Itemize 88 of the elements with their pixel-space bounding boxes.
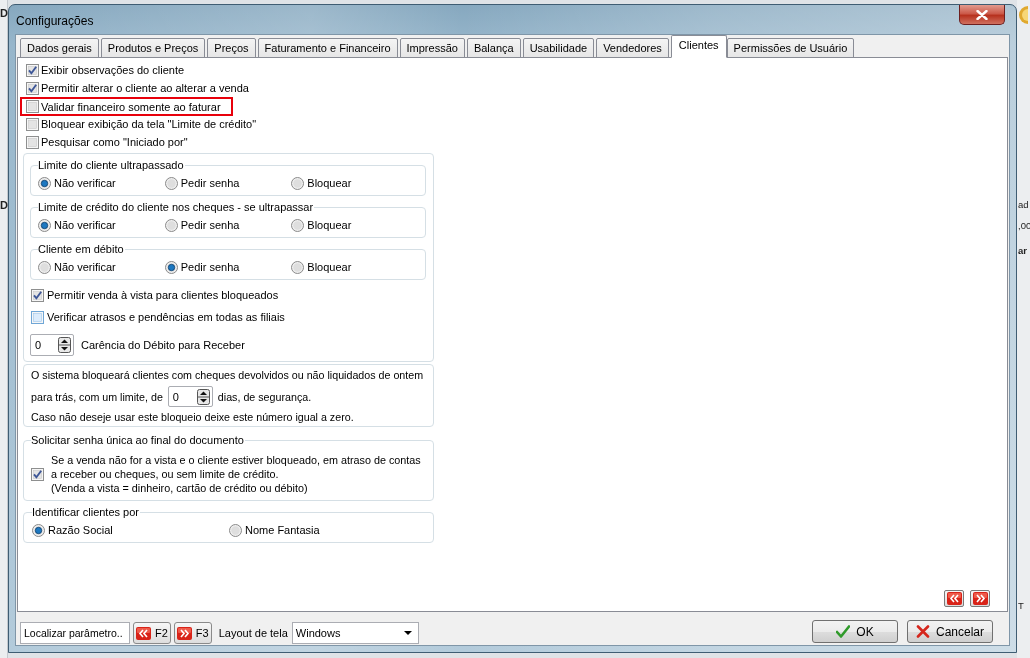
close-button[interactable] [959,5,1005,25]
checkbox-label: Permitir venda à vista para clientes bloqueados [47,288,279,302]
radio-button[interactable] [38,176,51,190]
background-text: ar [1018,244,1028,258]
radio-button[interactable] [229,523,242,537]
spin-arrows-icon[interactable] [58,337,71,353]
tab[interactable]: Produtos e Preços [100,38,206,58]
tab[interactable]: Vendedores [596,38,669,58]
checkbox-label: Bloquear exibição da tela "Limite de crédito" [41,117,257,131]
close-icon [976,9,988,20]
checkbox-label: Verificar atrasos e pendências em todas as filiais [47,310,285,324]
radio-button[interactable] [32,523,45,537]
radio-label: Bloquear [307,260,352,274]
background-text: D [0,198,7,212]
checkbox-label: Validar financeiro somente ao faturar [41,99,221,114]
checkbox[interactable] [26,81,39,95]
checkbox[interactable] [26,100,39,113]
coin-icon [1018,6,1028,24]
group-title: Limite de crédito do cliente nos cheques - se ultrapassar [38,201,315,214]
tab[interactable]: Usabilidade [522,38,595,58]
tab[interactable]: Preços [207,38,256,58]
group-title: Solicitar senha única ao final do documento [31,434,245,447]
field-label: Carência do Débito para Receber [81,338,245,352]
double-chevron-left-icon [946,592,962,605]
radio-button[interactable] [164,260,178,274]
radio-label: Nome Fantasia [245,523,320,537]
background-text: T [1018,599,1025,613]
cross-icon [916,625,930,638]
tab[interactable]: Impressão [399,38,465,58]
double-chevron-right-icon [176,626,192,640]
radio-label: Bloquear [307,176,352,190]
checkbox-label: Exibir observações do cliente [41,63,185,77]
background-text: D [0,6,7,20]
layout-dropdown[interactable]: Windows [291,622,419,644]
radio-label: Não verificar [54,260,116,274]
radio-button[interactable] [164,218,178,232]
checkbox-label: Pesquisar como "Iniciado por" [41,135,188,149]
notice-text: Caso não deseje usar este bloqueio deixe este número igual a zero. [31,410,354,424]
number-field[interactable]: 0 [167,386,213,407]
previous-button[interactable]: F2 [133,622,171,644]
notice-text: para trás, com um limite, de [31,389,163,404]
tab[interactable]: Faturamento e Financeiro [257,38,398,58]
window-title: Configurações [16,14,94,28]
group-title: Limite do cliente ultrapassado [38,159,185,172]
tab[interactable]: Clientes [670,35,727,58]
notice-text: O sistema bloqueará clientes com cheques devolvidos ou não liquidados de ontem [31,368,424,382]
radio-button[interactable] [291,218,305,232]
background-text: ,00 [1018,219,1030,233]
field-label: Layout de tela [218,626,288,641]
number-field[interactable]: 0 [30,334,74,356]
checkbox[interactable] [26,117,39,131]
radio-button[interactable] [291,176,305,190]
radio-button[interactable] [38,218,51,232]
radio-label: Bloquear [307,218,352,232]
previous-button[interactable] [944,590,964,607]
checkbox[interactable] [31,310,44,324]
search-field[interactable]: Localizar parâmetro.. [20,622,130,644]
checkbox[interactable] [31,467,44,481]
radio-button[interactable] [164,176,178,190]
cancel-button[interactable]: Cancelar [907,620,993,643]
next-button[interactable] [970,590,990,607]
ok-button[interactable]: OK [812,620,898,643]
caret-icon [403,631,412,635]
spin-arrows-icon[interactable] [196,388,210,405]
checkmark-icon [836,625,851,638]
notice-text: dias, de segurança. [217,389,312,404]
checkbox[interactable] [31,288,44,302]
group-title: Cliente em débito [38,243,125,256]
checkbox-label: Se a venda não for a vista e o cliente estiver bloqueado, em atraso de contas a receber ou cheques, ou sem limite de crédito. (Venda a vista = dinheiro, cartão de crédito ou débito) [51,453,421,495]
checkbox-label: Permitir alterar o cliente ao alterar a venda [41,81,249,95]
checkbox[interactable] [26,135,39,149]
next-button[interactable]: F3 [173,622,212,644]
radio-label: Pedir senha [180,218,240,232]
radio-label: Não verificar [54,218,116,232]
tab[interactable]: Dados gerais [20,38,99,58]
checkbox[interactable] [26,63,39,77]
tab[interactable]: Balança [466,38,521,58]
radio-button[interactable] [291,260,305,274]
background-text: ad [1018,198,1030,212]
tab[interactable]: Permissões de Usuário [726,38,855,58]
radio-button[interactable] [38,260,51,274]
radio-label: Não verificar [54,176,116,190]
radio-label: Razão Social [48,523,113,537]
radio-label: Pedir senha [180,260,240,274]
double-chevron-left-icon [136,626,151,640]
radio-label: Pedir senha [180,176,240,190]
double-chevron-right-icon [972,592,988,605]
group-title: Identificar clientes por [32,506,140,519]
